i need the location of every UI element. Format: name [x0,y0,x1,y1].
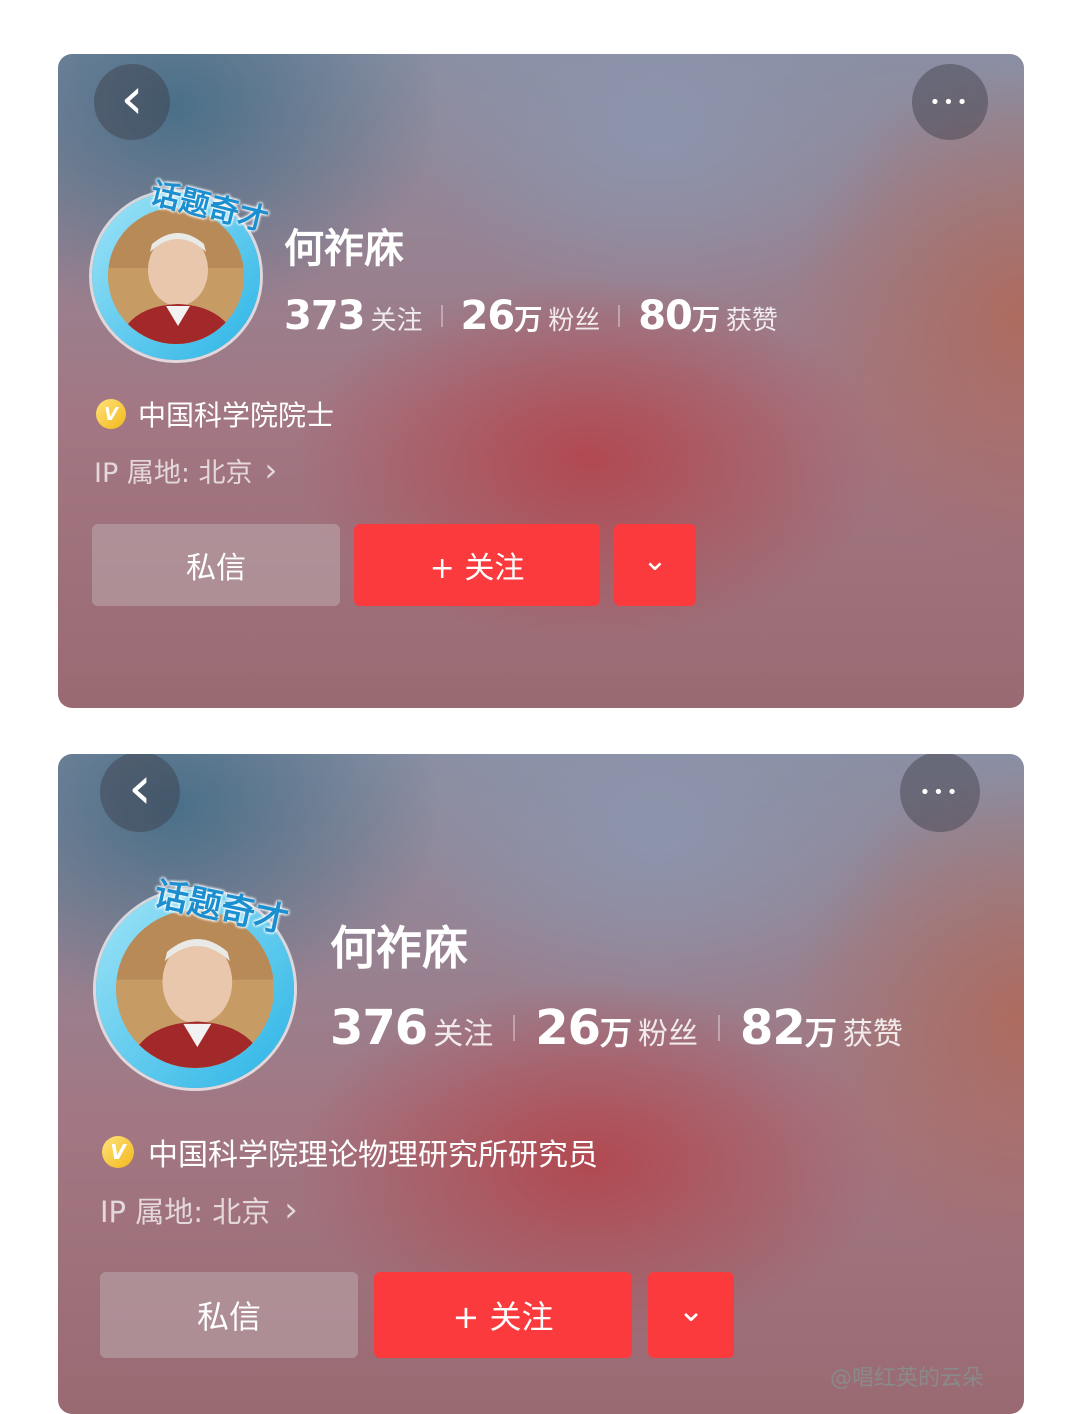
stats-row: 376 关注 26 万 粉丝 82 万 获赞 [330,998,903,1058]
verification-row: V 中国科学院理论物理研究所研究员 [102,1130,598,1174]
more-dots-icon: ••• [929,91,971,113]
verification-text: 中国科学院理论物理研究所研究员 [148,1138,598,1173]
stat-likes-number: 80 [638,293,693,339]
ip-location[interactable]: IP 属地: 北京 › [94,450,277,490]
stat-divider [618,305,621,327]
ip-location-text: IP 属地: 北京 [94,457,253,489]
stats-row: 373 关注 26 万 粉丝 80 万 获赞 [284,290,778,342]
stat-followers-number: 26 [535,1000,601,1056]
verification-row: V 中国科学院院士 [96,394,334,434]
stat-likes[interactable]: 82 万 获赞 [740,1000,903,1056]
stat-likes-unit: 万 [804,1014,837,1052]
stat-following-number: 373 [284,293,365,339]
profile-card-bottom: ‹ ••• 话题奇才 何祚庥 376 关注 26 万 粉丝 82 万 获赞 V … [58,754,1024,1414]
stat-followers-label: 粉丝 [548,306,601,336]
chevron-right-icon: › [284,1190,298,1230]
follow-dropdown-button[interactable]: ⌄ [648,1272,734,1358]
stat-following[interactable]: 376 关注 [330,1000,493,1056]
message-button[interactable]: 私信 [100,1272,358,1358]
avatar[interactable]: 话题奇才 [88,176,278,362]
stat-following-label: 关注 [433,1017,494,1052]
more-dots-icon: ••• [919,781,961,803]
stat-followers-unit: 万 [514,303,543,336]
chevron-right-icon: › [264,451,278,489]
chevron-down-icon: ⌄ [677,1291,705,1329]
stat-likes-unit: 万 [691,303,720,336]
follow-button[interactable]: + 关注 [354,524,600,606]
message-button-label: 私信 [186,551,246,586]
avatar[interactable]: 话题奇才 [92,874,312,1096]
message-button-label: 私信 [196,1298,261,1336]
stat-likes[interactable]: 80 万 获赞 [638,293,778,339]
stat-following[interactable]: 373 关注 [284,293,423,339]
verified-badge-icon: V [96,399,126,429]
stat-followers-label: 粉丝 [638,1017,699,1052]
follow-button-label: + 关注 [452,1298,554,1336]
stat-divider [440,305,443,327]
back-button[interactable]: ‹ [100,754,180,832]
chevron-left-icon: ‹ [128,754,152,823]
stat-followers[interactable]: 26 万 粉丝 [461,293,601,339]
chevron-left-icon: ‹ [120,64,144,132]
back-button[interactable]: ‹ [94,64,170,140]
more-options-button[interactable]: ••• [900,754,980,832]
username: 何祚庥 [284,226,404,272]
stat-following-label: 关注 [370,306,423,336]
follow-dropdown-button[interactable]: ⌄ [614,524,696,606]
stat-likes-label: 获赞 [725,306,778,336]
follow-button-label: + 关注 [429,551,525,586]
stat-likes-label: 获赞 [842,1017,903,1052]
chevron-down-icon: ⌄ [642,542,668,578]
more-options-button[interactable]: ••• [912,64,988,140]
verified-badge-icon: V [102,1136,134,1168]
stat-followers-unit: 万 [600,1014,633,1052]
stat-followers[interactable]: 26 万 粉丝 [535,1000,698,1056]
stat-followers-number: 26 [460,293,516,339]
username: 何祚庥 [330,921,468,975]
profile-card-top: ‹ ••• 话题奇才 何祚庥 373 关注 26 万 粉丝 80 万 获赞 V … [58,54,1024,708]
ip-location-text: IP 属地: 北京 [100,1195,271,1229]
stat-following-number: 376 [330,1000,428,1056]
stat-likes-number: 82 [740,1000,806,1056]
stat-divider [513,1015,516,1041]
message-button[interactable]: 私信 [92,524,340,606]
verification-text: 中国科学院院士 [138,399,335,432]
follow-button[interactable]: + 关注 [374,1272,632,1358]
ip-location[interactable]: IP 属地: 北京 › [100,1188,298,1232]
stat-divider [718,1015,721,1041]
watermark: @唱红英的云朵 [830,1366,985,1391]
